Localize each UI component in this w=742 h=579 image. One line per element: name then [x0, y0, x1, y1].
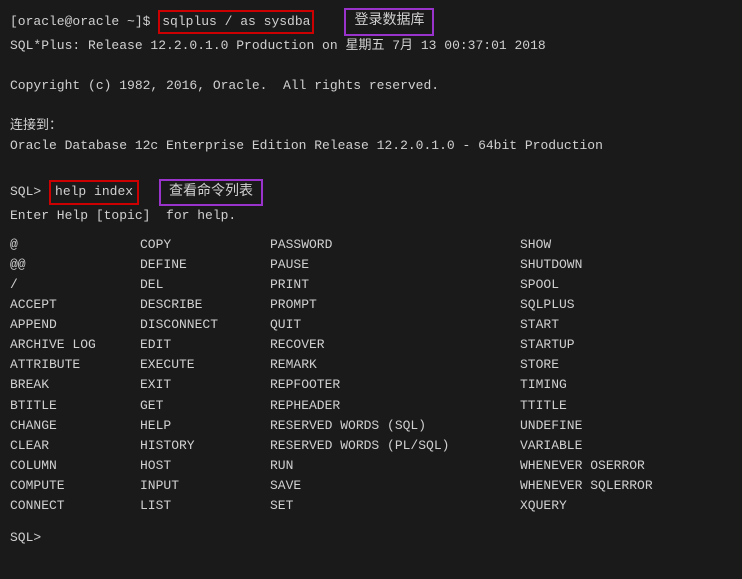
enter-help: Enter Help [topic] for help. — [10, 206, 732, 226]
blank2 — [10, 96, 732, 116]
table-cell: LIST — [140, 496, 270, 516]
login-prompt-line: [oracle@oracle ~]$ sqlplus / as sysdba 登… — [10, 8, 732, 36]
prompt-prefix: [oracle@oracle ~]$ — [10, 12, 158, 32]
table-cell: REPHEADER — [270, 396, 520, 416]
copyright: Copyright (c) 1982, 2016, Oracle. All ri… — [10, 76, 732, 96]
table-cell: PASSWORD — [270, 235, 520, 255]
table-cell: CHANGE — [10, 416, 140, 436]
table-cell: XQUERY — [520, 496, 700, 516]
table-cell: TIMING — [520, 375, 700, 395]
sql-prompt: SQL> — [10, 182, 41, 202]
table-cell: SAVE — [270, 476, 520, 496]
table-cell: RESERVED WORDS (SQL) — [270, 416, 520, 436]
table-cell: SPOOL — [520, 275, 700, 295]
table-cell: COMPUTE — [10, 476, 140, 496]
table-cell: CONNECT — [10, 496, 140, 516]
table-cell: DEFINE — [140, 255, 270, 275]
table-cell: @ — [10, 235, 140, 255]
table-cell: PROMPT — [270, 295, 520, 315]
table-cell: DISCONNECT — [140, 315, 270, 335]
table-cell: ACCEPT — [10, 295, 140, 315]
connected-label: 连接到： — [10, 116, 732, 136]
table-cell: ARCHIVE LOG — [10, 335, 140, 355]
blank3 — [10, 157, 732, 177]
login-annotation: 登录数据库 — [344, 8, 434, 36]
table-cell: VARIABLE — [520, 436, 700, 456]
table-cell: HOST — [140, 456, 270, 476]
table-cell: ATTRIBUTE — [10, 355, 140, 375]
blank1 — [10, 56, 732, 76]
sqlplus-version: SQL*Plus: Release 12.2.0.1.0 Production … — [10, 36, 732, 56]
table-cell: PAUSE — [270, 255, 520, 275]
help-prompt-line: SQL> help index 查看命令列表 — [10, 179, 732, 207]
table-cell: BTITLE — [10, 396, 140, 416]
table-cell: / — [10, 275, 140, 295]
login-command: sqlplus / as sysdba — [158, 10, 314, 34]
final-sql-prompt: SQL> — [10, 530, 41, 545]
table-cell: BREAK — [10, 375, 140, 395]
table-cell: HELP — [140, 416, 270, 436]
table-cell: CLEAR — [10, 436, 140, 456]
table-cell: SHOW — [520, 235, 700, 255]
help-annotation: 查看命令列表 — [159, 179, 263, 207]
table-cell: SQLPLUS — [520, 295, 700, 315]
table-cell: COPY — [140, 235, 270, 255]
final-prompt-line: SQL> — [10, 528, 732, 548]
table-cell: UNDEFINE — [520, 416, 700, 436]
table-cell: APPEND — [10, 315, 140, 335]
command-table: @COPYPASSWORDSHOW @@DEFINEPAUSESHUTDOWN /D… — [10, 235, 732, 517]
table-cell: DESCRIBE — [140, 295, 270, 315]
table-cell: GET — [140, 396, 270, 416]
table-cell: RUN — [270, 456, 520, 476]
table-cell: DEL — [140, 275, 270, 295]
table-cell: INPUT — [140, 476, 270, 496]
table-cell: HISTORY — [140, 436, 270, 456]
table-cell: SHUTDOWN — [520, 255, 700, 275]
table-cell: START — [520, 315, 700, 335]
db-version: Oracle Database 12c Enterprise Edition R… — [10, 136, 732, 156]
table-cell: RESERVED WORDS (PL/SQL) — [270, 436, 520, 456]
table-cell: STORE — [520, 355, 700, 375]
table-cell: WHENEVER SQLERROR — [520, 476, 700, 496]
table-cell: WHENEVER OSERROR — [520, 456, 700, 476]
table-cell: REPFOOTER — [270, 375, 520, 395]
table-cell: @@ — [10, 255, 140, 275]
table-cell: REMARK — [270, 355, 520, 375]
table-cell: EXECUTE — [140, 355, 270, 375]
table-cell: EDIT — [140, 335, 270, 355]
table-cell: TTITLE — [520, 396, 700, 416]
help-command: help index — [49, 180, 139, 204]
table-cell: QUIT — [270, 315, 520, 335]
space — [41, 182, 49, 202]
terminal: [oracle@oracle ~]$ sqlplus / as sysdba 登… — [10, 8, 732, 571]
table-cell: RECOVER — [270, 335, 520, 355]
table-cell: EXIT — [140, 375, 270, 395]
table-cell: STARTUP — [520, 335, 700, 355]
table-cell: SET — [270, 496, 520, 516]
table-cell: PRINT — [270, 275, 520, 295]
table-cell: COLUMN — [10, 456, 140, 476]
